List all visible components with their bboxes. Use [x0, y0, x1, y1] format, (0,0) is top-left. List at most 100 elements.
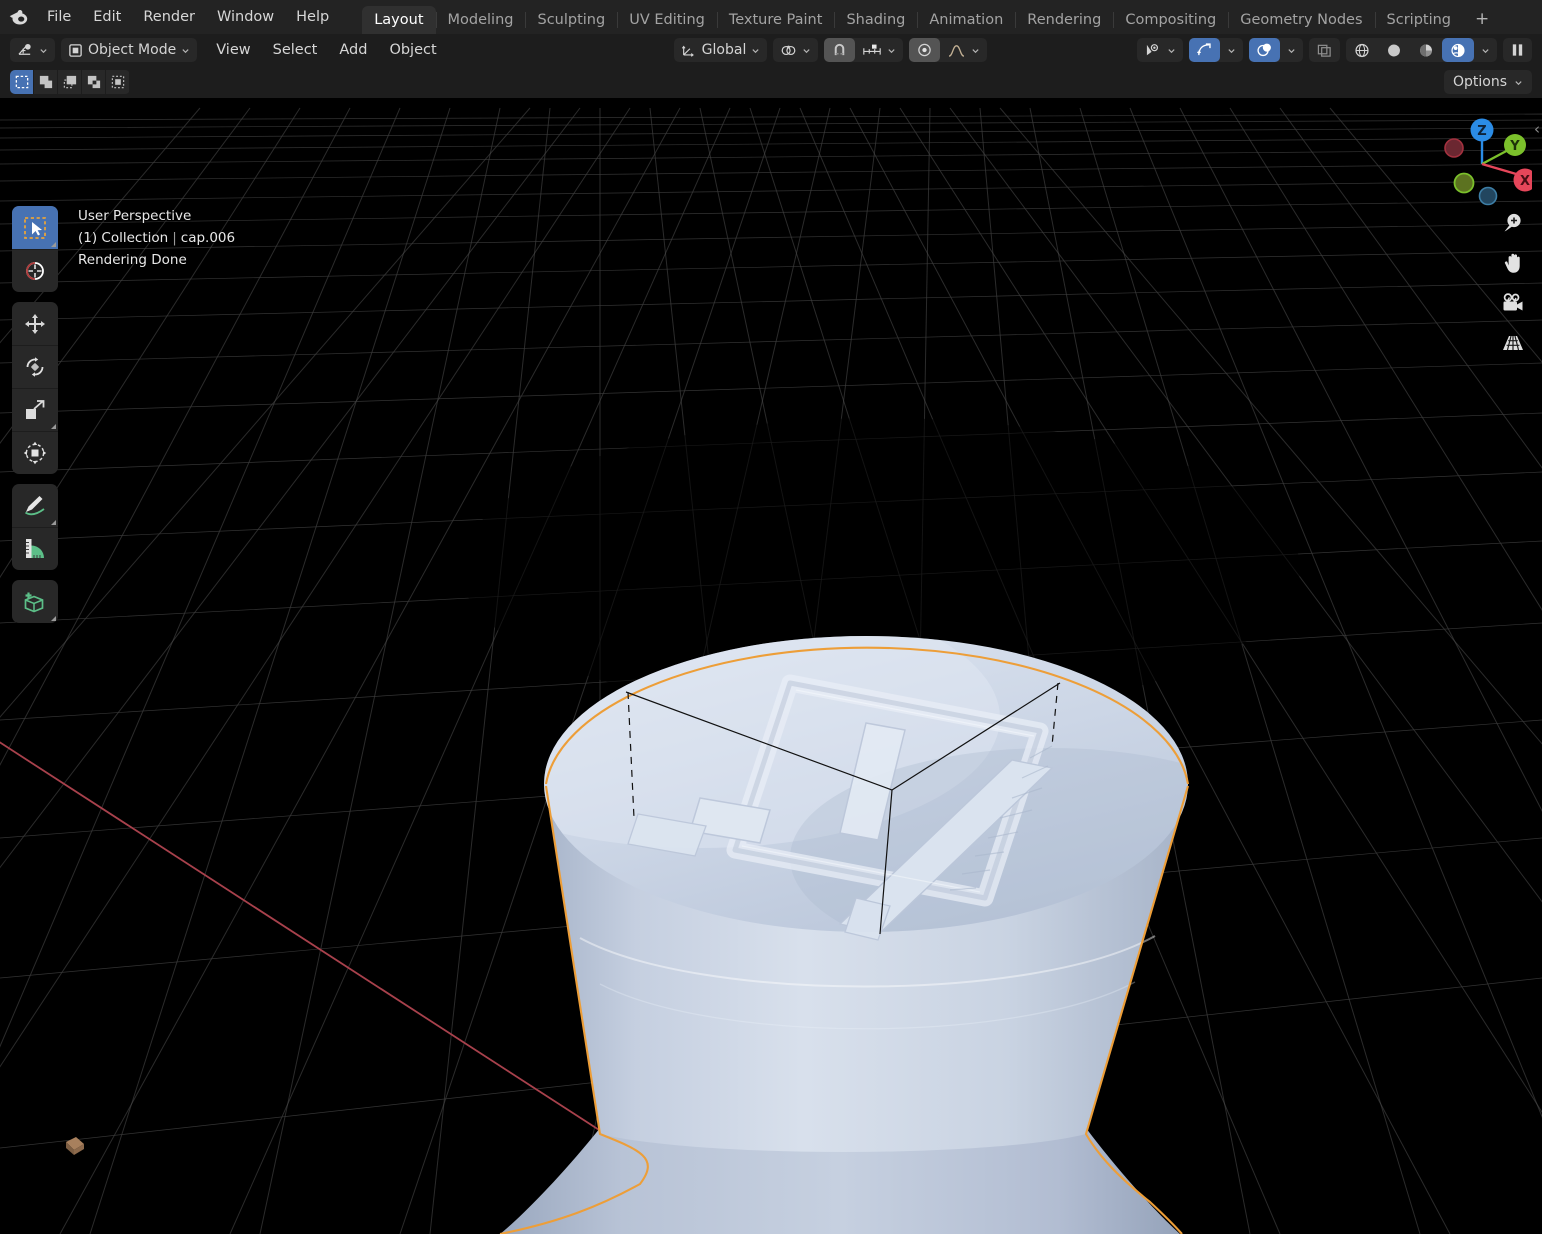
toggle-xray-icon[interactable]	[1309, 38, 1340, 62]
tool-add-cube[interactable]	[12, 580, 58, 623]
shading-material-icon[interactable]	[1410, 38, 1442, 62]
snap-increment-icon[interactable]	[855, 38, 903, 62]
transform-icon	[23, 441, 47, 465]
mode-label: Object Mode	[88, 42, 177, 58]
falloff-smooth-icon[interactable]	[940, 38, 987, 62]
viewport-menu-object[interactable]: Object	[378, 38, 447, 62]
orientation-dropdown[interactable]: Global	[674, 38, 768, 62]
menu-help[interactable]: Help	[285, 5, 340, 29]
viewport-object-line: (1) Collection | cap.006	[78, 227, 235, 249]
viewport-toolbar	[12, 206, 58, 633]
shading-dropdown[interactable]	[1474, 38, 1497, 62]
workspace-tab-sculpting[interactable]: Sculpting	[525, 6, 617, 34]
editor-type-selector[interactable]	[10, 38, 55, 62]
gizmo-group	[1189, 38, 1243, 62]
select-intersect-icon[interactable]	[106, 70, 130, 94]
gizmo-axis-x-label: X	[1520, 174, 1530, 189]
select-subtract-icon[interactable]	[58, 70, 82, 94]
tool-group-transform	[12, 302, 58, 474]
shading-wireframe-icon[interactable]	[1346, 38, 1378, 62]
workspace-tab-rendering[interactable]: Rendering	[1015, 6, 1113, 34]
select-extend-icon[interactable]	[34, 70, 58, 94]
tool-move[interactable]	[12, 302, 58, 345]
perspective-grid-icon[interactable]	[1500, 330, 1526, 356]
tool-measure[interactable]	[12, 527, 58, 570]
workspace-tab-compositing[interactable]: Compositing	[1113, 6, 1228, 34]
workspace-tab-layout[interactable]: Layout	[362, 6, 436, 34]
shading-solid-icon[interactable]	[1378, 38, 1410, 62]
rotate-icon	[26, 357, 44, 377]
tool-rotate[interactable]	[12, 345, 58, 388]
options-label: Options	[1452, 74, 1507, 90]
tool-scale[interactable]	[12, 388, 58, 431]
tool-cursor[interactable]	[12, 249, 58, 292]
overlays-dropdown[interactable]	[1280, 38, 1303, 62]
xray-group	[1309, 38, 1340, 62]
zoom-magnifier-icon[interactable]	[1500, 210, 1526, 236]
editor-type-3dviewport-icon[interactable]	[10, 38, 55, 62]
3d-viewport[interactable]: User Perspective (1) Collection | cap.006 …	[0, 98, 1542, 1234]
menu-render[interactable]: Render	[132, 5, 206, 29]
pivot-point-selector[interactable]	[773, 38, 819, 62]
tool-select-box[interactable]	[12, 206, 58, 249]
gizmo-axis-z-label: Z	[1477, 124, 1486, 139]
tool-submenu-indicator	[51, 242, 56, 247]
workspace-tab-uv-editing[interactable]: UV Editing	[617, 6, 717, 34]
viewport-header: Object Mode View Select Add Object Globa…	[0, 34, 1542, 66]
pivot-point-icon[interactable]	[773, 38, 818, 62]
workspace-tab-modeling[interactable]: Modeling	[435, 6, 526, 34]
shading-modes-group	[1346, 38, 1497, 62]
viewport-menu-select[interactable]: Select	[262, 38, 329, 62]
navigation-gizmo[interactable]: Z Y X	[1432, 110, 1537, 210]
proportional-editing-group	[909, 38, 988, 62]
gizmo-dropdown[interactable]	[1220, 38, 1243, 62]
workspace-tab-geometry-nodes[interactable]: Geometry Nodes	[1228, 6, 1374, 34]
workspace-tab-animation[interactable]: Animation	[917, 6, 1015, 34]
camera-icon[interactable]	[1500, 290, 1526, 316]
snap-magnet-icon[interactable]	[824, 38, 856, 62]
object-visibility-icon[interactable]	[1137, 38, 1183, 62]
select-set-icon[interactable]	[10, 70, 34, 94]
viewport-separator: |	[172, 230, 177, 246]
gizmo-axis-neg-x	[1444, 138, 1464, 158]
add-cube-icon	[24, 592, 44, 612]
menu-file[interactable]: File	[36, 5, 82, 29]
move-icon	[25, 313, 45, 334]
pause-render-icon[interactable]	[1503, 38, 1532, 62]
tool-submenu-indicator	[51, 616, 56, 621]
object-mode-icon	[69, 43, 82, 57]
workspace-tabs: Layout Modeling Sculpting UV Editing Tex…	[362, 0, 1501, 34]
workspace-tab-texture-paint[interactable]: Texture Paint	[716, 6, 835, 34]
viewport-perspective-label: User Perspective	[78, 208, 192, 224]
menu-window[interactable]: Window	[206, 5, 285, 29]
orientation-axes-icon	[681, 45, 694, 57]
chevron-left-icon[interactable]: ‹	[1534, 120, 1540, 138]
show-overlays-icon[interactable]	[1249, 38, 1280, 62]
add-workspace-button[interactable]: +	[1463, 6, 1501, 34]
pause-render-group	[1503, 38, 1532, 62]
show-gizmo-icon[interactable]	[1189, 38, 1220, 62]
workspace-tab-shading[interactable]: Shading	[834, 6, 917, 34]
tool-group-select	[12, 206, 58, 292]
hand-pan-icon[interactable]	[1500, 250, 1526, 276]
menu-edit[interactable]: Edit	[82, 5, 132, 29]
tool-annotate[interactable]	[12, 484, 58, 527]
tool-settings-bar: Options	[0, 66, 1542, 98]
viewport-menu-view[interactable]: View	[205, 38, 261, 62]
snapping-group	[824, 38, 904, 62]
proportional-editing-icon[interactable]	[909, 38, 941, 62]
workspace-tab-scripting[interactable]: Scripting	[1374, 6, 1463, 34]
transform-orientation-selector[interactable]: Global	[673, 38, 768, 62]
overlays-group	[1249, 38, 1303, 62]
shading-rendered-icon[interactable]	[1442, 38, 1474, 62]
options-button[interactable]: Options	[1443, 70, 1532, 94]
interaction-mode-selector[interactable]: Object Mode	[61, 38, 198, 62]
scale-icon	[26, 400, 45, 419]
tool-transform[interactable]	[12, 431, 58, 474]
select-invert-icon[interactable]	[82, 70, 106, 94]
viewport-menu-add[interactable]: Add	[328, 38, 378, 62]
blender-logo-icon[interactable]	[0, 0, 36, 34]
tool-submenu-indicator	[51, 424, 56, 429]
tool-group-add	[12, 580, 58, 623]
mode-dropdown[interactable]: Object Mode	[61, 38, 197, 62]
